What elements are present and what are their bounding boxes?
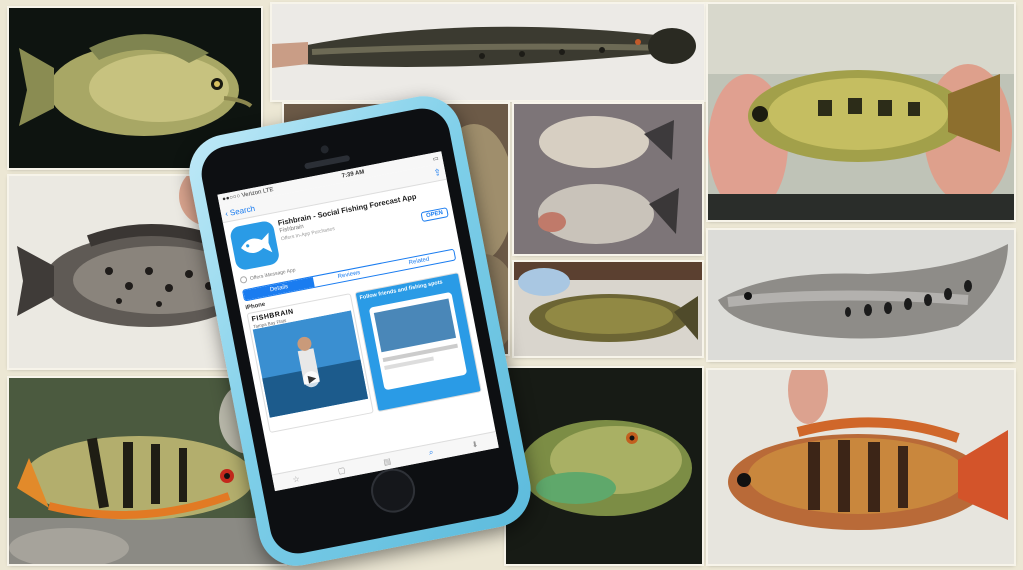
carp-photo [514, 262, 702, 356]
updates-tab-icon[interactable]: ⬇ [471, 439, 479, 449]
green-cichlid-photo [506, 368, 702, 564]
explore-tab-icon[interactable]: ▤ [383, 456, 392, 466]
imessage-icon [239, 275, 248, 284]
featured-tab-icon[interactable]: ☆ [292, 474, 301, 484]
battery-icon: ▭ [432, 155, 440, 163]
share-icon[interactable]: ⇪ [433, 166, 443, 178]
screenshot-1[interactable]: FISHBRAIN Tampa Bay Flats [246, 293, 374, 434]
photo-collage: ●●○○○ Verizon LTE 7:39 AM ▭ ‹ Search ⇪ F… [0, 0, 1023, 570]
earpiece-speaker [304, 154, 351, 170]
back-to-search-link[interactable]: ‹ Search [224, 203, 255, 218]
screenshot-2[interactable]: Follow friends and fishing spots [354, 272, 482, 413]
fish-logo-icon [241, 232, 273, 254]
search-tab-icon[interactable]: ⌕ [428, 447, 434, 458]
fishbrain-app-icon [228, 219, 281, 272]
knifefish-photo [708, 230, 1014, 360]
pacu-photo [514, 104, 702, 254]
front-camera-icon [320, 144, 330, 155]
top-charts-tab-icon[interactable]: ▢ [337, 465, 346, 475]
home-button[interactable] [367, 464, 419, 517]
redhead-cichlid-photo [708, 370, 1014, 564]
handheld-tilapia-photo [708, 4, 1014, 220]
angler-photo [252, 310, 369, 418]
snakehead-photo [272, 4, 704, 100]
app-feed-preview [369, 292, 467, 390]
